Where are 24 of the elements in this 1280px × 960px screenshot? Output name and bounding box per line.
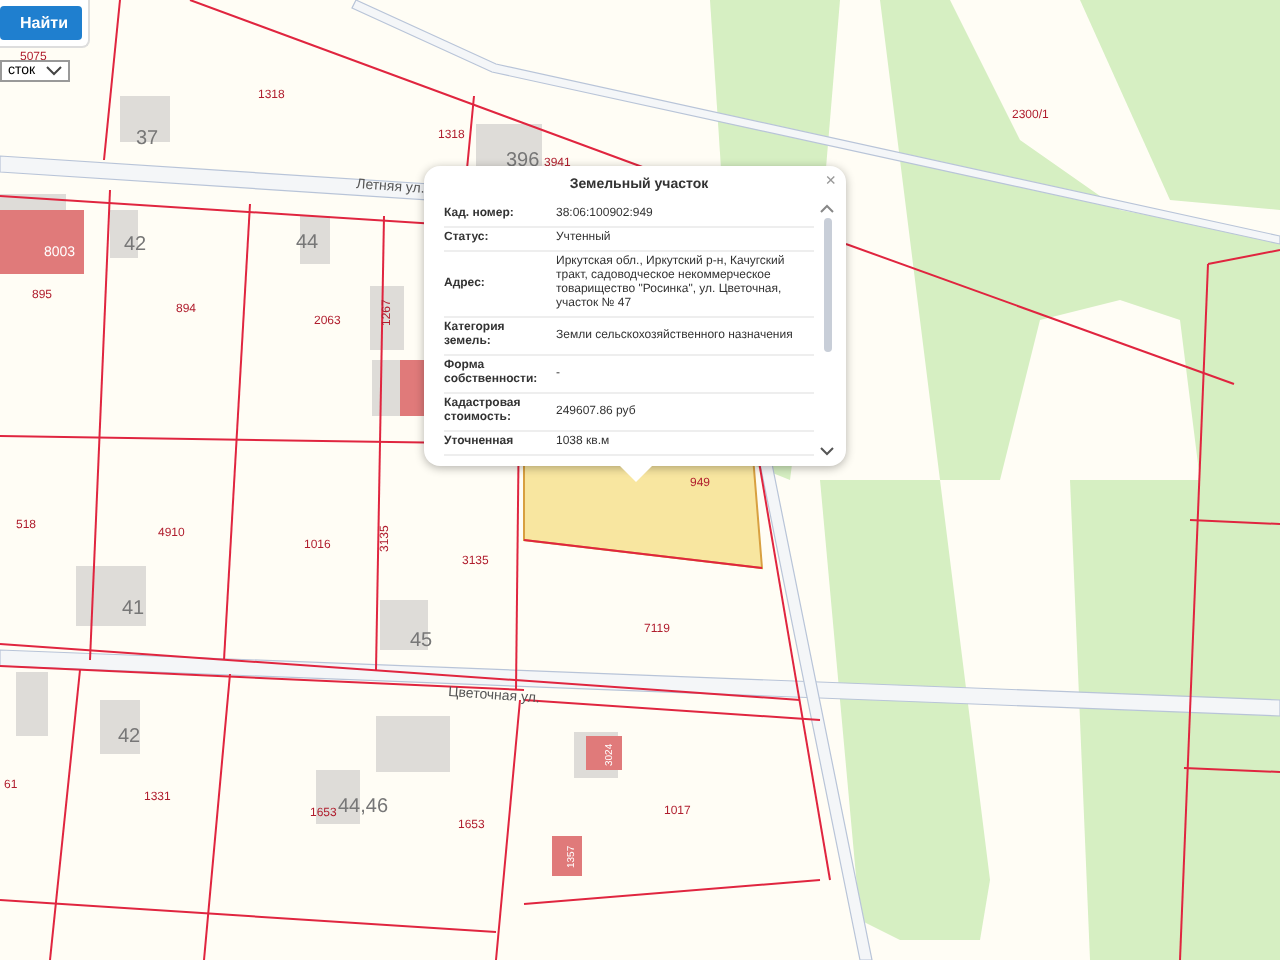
- house-number: 41: [122, 598, 145, 620]
- building: [300, 216, 330, 264]
- building: [376, 716, 450, 772]
- scroll-up-icon: [820, 204, 834, 214]
- house-number: 42: [118, 726, 141, 748]
- house-number: 37: [136, 128, 159, 150]
- scrollbar-thumb[interactable]: [823, 218, 831, 353]
- building: [120, 96, 170, 142]
- building: [370, 286, 404, 350]
- caret-icon: [45, 66, 62, 76]
- house-number: 42: [124, 234, 147, 256]
- building: [380, 600, 428, 650]
- house-number: 44,46: [338, 796, 389, 818]
- scroll-down-icon: [820, 446, 834, 456]
- building: [100, 700, 140, 754]
- house-number: 44: [296, 232, 319, 254]
- find-button[interactable]: Найти: [0, 6, 82, 40]
- house-number: 45: [410, 630, 433, 652]
- close-button[interactable]: ×: [825, 170, 836, 190]
- building: [586, 736, 622, 770]
- building: [16, 672, 48, 736]
- building: [76, 566, 146, 626]
- house-number: 396: [506, 150, 540, 172]
- building: [552, 836, 582, 876]
